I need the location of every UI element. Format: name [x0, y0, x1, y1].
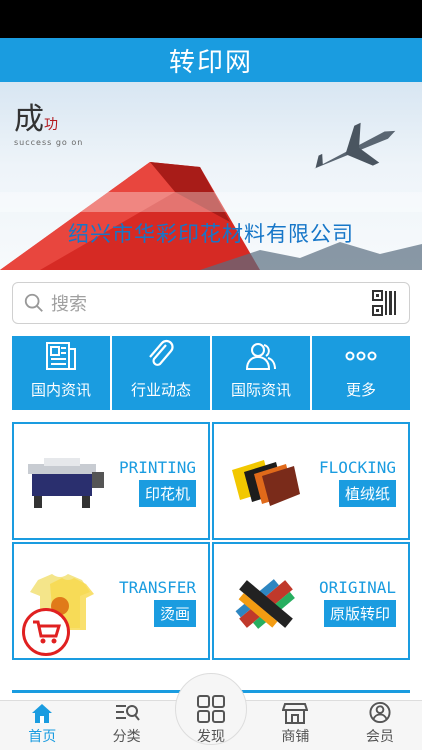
user-icon	[369, 701, 391, 724]
banner[interactable]: 成功 success go on 绍兴市华彩印花材料有限公司	[0, 82, 422, 270]
banner-logo: 成功 success go on	[14, 94, 83, 147]
tab-label: 发现	[197, 729, 226, 745]
product-card-original[interactable]: ORIGINAL 原版转印	[212, 542, 410, 660]
product-en-label: TRANSFER	[118, 578, 196, 597]
shopping-cart-icon	[33, 620, 61, 644]
paperclip-icon	[149, 339, 174, 366]
product-en-label: PRINTING	[118, 458, 196, 477]
search-input[interactable]: 搜索	[51, 290, 371, 316]
product-card-printing[interactable]: PRINTING 印花机	[12, 422, 210, 540]
product-zh-label: 印花机	[138, 480, 196, 507]
category-row: 国内资讯 行业动态 国际资讯 更多	[12, 336, 410, 410]
printer-machine-icon	[28, 458, 104, 508]
qr-scan-icon[interactable]	[371, 289, 399, 317]
product-zh-label: 烫画	[153, 600, 196, 627]
tab-label: 会员	[365, 729, 394, 745]
newspaper-icon	[46, 342, 76, 370]
category-search-icon	[115, 705, 140, 721]
tab-shop[interactable]: 商铺	[253, 701, 337, 750]
nav-bar: 转印网	[0, 38, 422, 82]
product-zh-label: 原版转印	[323, 600, 396, 627]
search-icon	[24, 293, 43, 312]
tab-member[interactable]: 会员	[338, 701, 422, 750]
product-zh-label: 植绒纸	[338, 480, 396, 507]
category-label: 更多	[345, 381, 376, 399]
category-more[interactable]: 更多	[312, 336, 410, 410]
typography-art-icon	[235, 579, 295, 629]
bottom-tab-bar: 首页 分类 发现 商铺 会员	[0, 673, 422, 750]
tab-category[interactable]: 分类	[84, 701, 168, 750]
more-dots-icon	[345, 351, 377, 361]
product-card-flocking[interactable]: FLOCKING 植绒纸	[212, 422, 410, 540]
tab-label: 首页	[28, 729, 57, 745]
product-en-label: ORIGINAL	[318, 578, 396, 597]
tab-label: 分类	[112, 729, 141, 745]
grid-icon	[197, 695, 226, 723]
logo-subtitle: success go on	[14, 138, 84, 147]
category-label: 国内资讯	[30, 381, 91, 399]
search-bar[interactable]: 搜索	[12, 282, 410, 324]
category-label: 国际资讯	[230, 381, 291, 399]
banner-company-name: 绍兴市华彩印花材料有限公司	[68, 222, 354, 246]
users-icon	[245, 343, 276, 370]
shop-icon	[282, 703, 309, 724]
product-en-label: FLOCKING	[318, 458, 396, 477]
category-international-news[interactable]: 国际资讯	[212, 336, 310, 410]
floating-cart-button[interactable]	[22, 608, 70, 656]
flock-paper-icon	[232, 460, 300, 506]
page-title: 转印网	[168, 47, 253, 78]
tab-discover[interactable]: 发现	[169, 673, 253, 750]
category-label: 行业动态	[130, 381, 191, 399]
tab-label: 商铺	[281, 729, 310, 745]
logo-small-text: 功	[44, 117, 58, 133]
status-bar	[0, 0, 422, 38]
home-icon	[32, 704, 53, 723]
logo-big-text: 成	[14, 102, 44, 137]
tab-home[interactable]: 首页	[0, 701, 84, 750]
category-domestic-news[interactable]: 国内资讯	[12, 336, 110, 410]
category-industry-news[interactable]: 行业动态	[112, 336, 210, 410]
